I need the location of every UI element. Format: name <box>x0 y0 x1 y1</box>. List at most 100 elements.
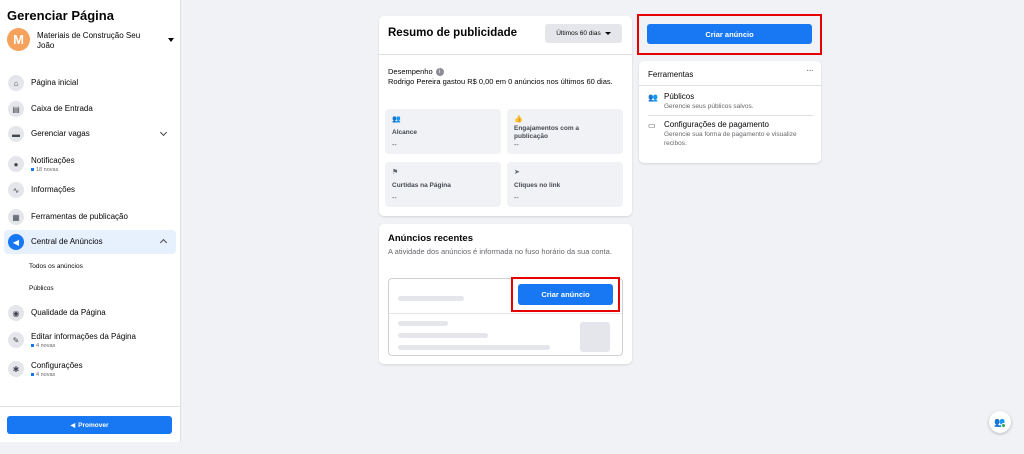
recent-ads-subtitle: A atividade dos anúncios é informada no … <box>388 247 612 256</box>
sidebar-item-edit-page-info[interactable]: ✎ Editar informações da Página 4 novas <box>4 326 176 354</box>
sidebar-item-label: Qualidade da Página <box>31 308 106 317</box>
chevron-down-icon[interactable] <box>159 128 168 137</box>
metric-label: Curtidas na Página <box>392 182 451 189</box>
sidebar-item-settings[interactable]: ✱ Configurações 4 novas <box>4 355 176 383</box>
notification-badge: 4 novas <box>31 343 136 349</box>
sidebar-divider <box>0 406 180 407</box>
more-icon[interactable]: ··· <box>806 65 814 76</box>
sidebar-item-label: Ferramentas de publicação <box>31 212 128 221</box>
sidebar-item-ad-center[interactable]: ◀ Central de Anúncios <box>4 230 176 254</box>
placeholder-bar <box>398 345 550 350</box>
promote-button[interactable]: ◀ Promover <box>7 416 172 434</box>
tool-description: Gerencie seus públicos salvos. <box>664 103 754 110</box>
tools-card: Ferramentas ··· 👥 Públicos Gerencie seus… <box>639 61 821 163</box>
metric-value: -- <box>392 142 397 149</box>
tool-item-audiences[interactable]: 👥 Públicos Gerencie seus públicos salvos… <box>648 92 813 114</box>
sidebar-item-insights[interactable]: ∿ Informações <box>4 178 176 202</box>
info-icon[interactable]: i <box>435 67 444 76</box>
metric-value: -- <box>514 195 519 202</box>
badge-text: 4 novas <box>36 342 56 349</box>
date-range-dropdown[interactable]: Últimos 60 dias <box>545 24 622 43</box>
highlight-box <box>511 277 620 312</box>
inbox-icon: ▤ <box>8 101 24 117</box>
date-range-label: Últimos 60 dias <box>556 30 601 37</box>
performance-label-text: Desempenho <box>388 67 433 76</box>
metric-engagement: 👍 Engajamentos com a publicação -- <box>507 109 623 154</box>
metric-reach: 👥 Alcance -- <box>385 109 501 154</box>
tool-name: Configurações de pagamento <box>664 120 769 129</box>
placeholder-bar <box>398 333 488 338</box>
page-name: Materiais de Construção Seu João <box>37 31 141 50</box>
cursor-icon: ➤ <box>514 169 520 176</box>
summary-title: Resumo de publicidade <box>388 27 518 39</box>
promote-label: Promover <box>78 421 109 429</box>
sidebar-item-inbox[interactable]: ▤ Caixa de Entrada <box>4 97 176 121</box>
chart-icon: ∿ <box>8 182 24 198</box>
metric-label: Cliques no link <box>514 182 561 189</box>
people-icon: 👥 <box>392 116 401 123</box>
publishing-tools-icon: ▦ <box>8 209 24 225</box>
summary-divider <box>379 54 632 55</box>
placeholder-thumbnail <box>580 322 610 352</box>
sidebar-item-label: Informações <box>31 185 76 194</box>
briefcase-icon: ▬ <box>8 126 24 142</box>
sidebar-item-label: Configurações <box>31 360 83 370</box>
metric-label: Alcance <box>392 129 417 136</box>
credit-card-icon: ▭ <box>648 121 656 130</box>
sidebar-item-notifications[interactable]: ● Notificações 18 novas <box>4 150 176 178</box>
pencil-icon: ✎ <box>8 332 24 348</box>
metric-link-clicks: ➤ Cliques no link -- <box>507 162 623 207</box>
contacts-button[interactable]: 👥 <box>989 411 1011 433</box>
sidebar-item-label: Editar informações da Página <box>31 331 136 341</box>
shield-icon: ◉ <box>8 305 24 321</box>
tools-title: Ferramentas <box>648 70 694 79</box>
tools-divider <box>639 85 821 86</box>
performance-label: Desempenho i <box>388 67 444 76</box>
sidebar-item-page-quality[interactable]: ◉ Qualidade da Página <box>4 301 176 325</box>
metric-value: -- <box>514 142 519 149</box>
metric-page-likes: ⚑ Curtidas na Página -- <box>385 162 501 207</box>
home-icon: ⌂ <box>8 75 24 91</box>
tools-divider <box>648 115 813 116</box>
online-status-dot <box>1001 423 1006 428</box>
metric-value: -- <box>392 195 397 202</box>
tool-item-payment-settings[interactable]: ▭ Configurações de pagamento Gerencie su… <box>648 120 813 152</box>
badge-dot <box>31 373 34 376</box>
megaphone-icon: ◀ <box>70 422 76 429</box>
sidebar-item-label: Gerenciar vagas <box>31 129 90 138</box>
notification-badge: 4 novas <box>31 372 83 378</box>
people-icon: 👥 <box>648 93 658 102</box>
notification-badge: 18 novas <box>31 167 75 173</box>
sidebar-item-label: Central de Anúncios <box>31 237 103 246</box>
tool-description: Gerencie sua forma de pagamento e visual… <box>664 131 797 147</box>
metric-label: Engajamentos com a publicação <box>514 125 580 140</box>
badge-dot <box>31 344 34 347</box>
sidebar-subitem-audiences[interactable]: Públicos <box>29 285 54 292</box>
chevron-up-icon[interactable] <box>159 238 168 247</box>
flag-icon: ⚑ <box>392 169 399 176</box>
sidebar-item-label: Notificações <box>31 155 75 165</box>
badge-text: 4 novas <box>36 371 56 378</box>
megaphone-icon: ◀ <box>8 234 24 250</box>
badge-text: 18 novas <box>36 166 59 173</box>
ad-summary-card: Resumo de publicidade Últimos 60 dias De… <box>379 16 632 216</box>
sidebar-item-publishing-tools[interactable]: ▦ Ferramentas de publicação <box>4 205 176 229</box>
placeholder-divider <box>389 313 622 314</box>
bell-icon: ● <box>8 156 24 172</box>
sidebar-item-jobs[interactable]: ▬ Gerenciar vagas <box>4 122 176 146</box>
badge-dot <box>31 168 34 171</box>
highlight-box <box>637 14 822 55</box>
sidebar-item-label: Caixa de Entrada <box>31 104 93 113</box>
sidebar-item-home[interactable]: ⌂ Página inicial <box>4 71 176 95</box>
placeholder-bar <box>398 296 464 301</box>
performance-text: Rodrigo Pereira gastou R$ 0,00 em 0 anún… <box>388 77 613 86</box>
placeholder-bar <box>398 321 448 326</box>
thumbs-up-icon: 👍 <box>514 116 523 123</box>
gear-icon: ✱ <box>8 361 24 377</box>
caret-down-icon[interactable] <box>168 38 174 42</box>
page-selector[interactable]: M Materiais de Construção Seu João <box>7 28 177 54</box>
recent-ads-title: Anúncios recentes <box>388 233 473 244</box>
sidebar-subitem-all-ads[interactable]: Todos os anúncios <box>29 263 83 270</box>
avatar: M <box>7 28 30 51</box>
tool-name: Públicos <box>664 92 695 101</box>
